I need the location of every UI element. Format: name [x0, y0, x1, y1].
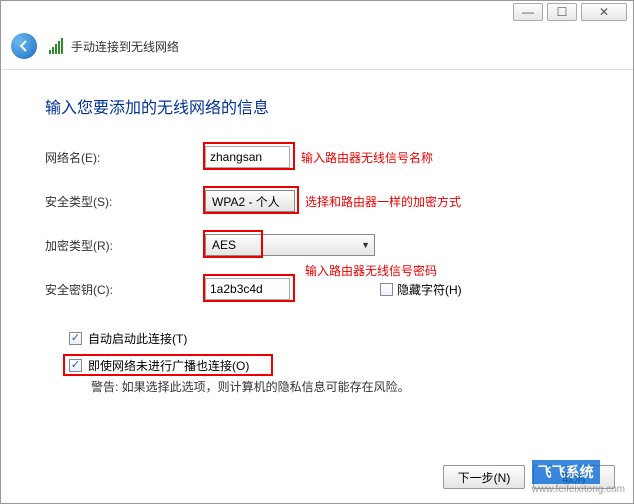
- titlebar: — ☐ ✕: [1, 1, 633, 29]
- minimize-button[interactable]: —: [513, 3, 543, 21]
- minimize-icon: —: [522, 5, 534, 19]
- wifi-icon: [49, 38, 63, 54]
- label-auto-start: 自动启动此连接(T): [88, 330, 187, 347]
- warning-text: 警告: 如果选择此选项，则计算机的隐私信息可能存在风险。: [91, 378, 593, 395]
- watermark-url: www.feifeixitong.com: [532, 484, 625, 495]
- close-button[interactable]: ✕: [581, 3, 627, 21]
- dropdown-security-type[interactable]: WPA2 - 个人: [205, 190, 295, 212]
- back-button[interactable]: [11, 33, 37, 59]
- next-button-label: 下一步(N): [458, 469, 511, 486]
- page-title: 输入您要添加的无线网络的信息: [45, 94, 593, 118]
- row-network-name: 网络名(E): 输入路由器无线信号名称: [45, 146, 593, 168]
- annotation-network-name: 输入路由器无线信号名称: [301, 149, 433, 166]
- chevron-down-icon: ▼: [361, 240, 370, 250]
- close-icon: ✕: [599, 5, 609, 19]
- checkbox-auto-start[interactable]: [69, 332, 82, 345]
- annotation-security-key: 输入路由器无线信号密码: [305, 262, 437, 279]
- checkbox-hide-chars[interactable]: [380, 283, 393, 296]
- maximize-button[interactable]: ☐: [547, 3, 577, 21]
- row-encryption-type: 加密类型(R): AES ▼ 输入路由器无线信号密码: [45, 234, 593, 256]
- maximize-icon: ☐: [557, 5, 568, 19]
- label-connect-hidden: 即使网络未进行广播也连接(O): [88, 357, 249, 374]
- content-area: 输入您要添加的无线网络的信息 网络名(E): 输入路由器无线信号名称 安全类型(…: [1, 70, 633, 405]
- checkbox-connect-hidden[interactable]: [69, 359, 82, 372]
- next-button[interactable]: 下一步(N): [443, 465, 525, 489]
- row-connect-hidden: 即使网络未进行广播也连接(O): [69, 357, 593, 374]
- row-security-type: 安全类型(S): WPA2 - 个人 选择和路由器一样的加密方式: [45, 190, 593, 212]
- hide-chars-group: 隐藏字符(H): [380, 281, 462, 298]
- back-arrow-icon: [17, 39, 31, 53]
- annotation-security-type: 选择和路由器一样的加密方式: [305, 193, 461, 210]
- watermark: 飞飞系统 www.feifeixitong.com: [532, 460, 625, 495]
- label-security-key: 安全密钥(C):: [45, 281, 205, 298]
- row-auto-start: 自动启动此连接(T): [69, 330, 593, 347]
- dialog-window: — ☐ ✕ 手动连接到无线网络 输入您要添加的无线网络的信息 网络名(E): 输…: [0, 0, 634, 504]
- dropdown-encryption-type-value: AES: [212, 238, 236, 252]
- row-security-key: 安全密钥(C): 隐藏字符(H): [45, 278, 593, 300]
- input-network-name[interactable]: [205, 146, 290, 168]
- input-security-key[interactable]: [205, 278, 290, 300]
- label-encryption-type: 加密类型(R):: [45, 237, 205, 254]
- dropdown-encryption-type[interactable]: AES ▼: [205, 234, 375, 256]
- label-hide-chars: 隐藏字符(H): [397, 281, 462, 298]
- header-bar: 手动连接到无线网络: [1, 29, 633, 70]
- dropdown-security-type-value: WPA2 - 个人: [212, 193, 280, 210]
- label-security-type: 安全类型(S):: [45, 193, 205, 210]
- label-network-name: 网络名(E):: [45, 149, 205, 166]
- header-title: 手动连接到无线网络: [71, 38, 179, 55]
- watermark-logo: 飞飞系统: [532, 460, 600, 484]
